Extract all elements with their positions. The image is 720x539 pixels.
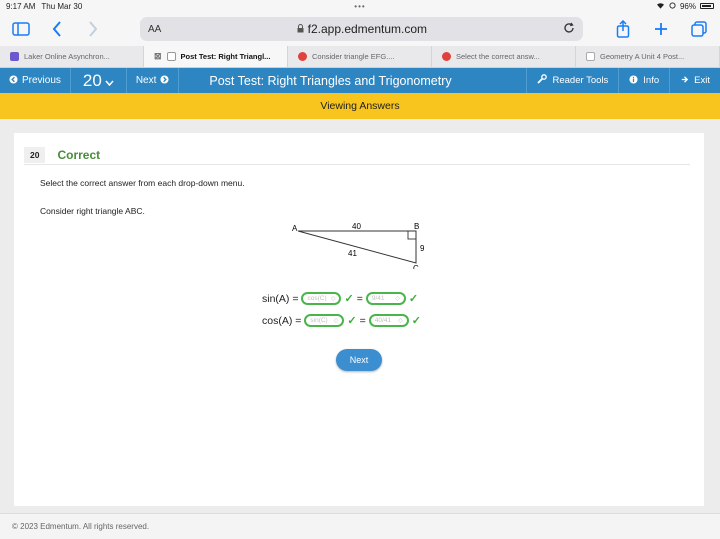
answer-status: Correct [57, 147, 101, 162]
tab-label: Select the correct answ... [456, 52, 540, 61]
viewing-answers-banner: Viewing Answers [0, 93, 720, 119]
test-title: Post Test: Right Triangles and Trigonome… [209, 73, 452, 88]
equals-sign: = [356, 292, 363, 305]
cos-answer-dropdown-1[interactable]: sin(C) ◇ [304, 314, 345, 327]
check-icon: ✓ [347, 315, 357, 327]
tab-favicon-icon [442, 52, 451, 61]
right-angle-marker [407, 230, 417, 240]
side-ab-label: 40 [352, 222, 361, 231]
browser-tabs: Laker Online Asynchron... ⊠ Post Test: R… [0, 46, 720, 68]
chevron-down-icon: ◇ [395, 296, 400, 302]
vertex-b-label: B [414, 222, 419, 231]
chevron-down-icon [105, 71, 114, 91]
question-prompt: Consider right triangle ABC. [40, 206, 145, 216]
dropdown-value: sin(C) [310, 317, 328, 324]
info-label: Info [643, 75, 660, 86]
equals-sign: = [359, 314, 366, 327]
lock-icon [297, 22, 307, 36]
chevron-down-icon: ◇ [398, 318, 403, 324]
wrench-icon [537, 74, 548, 87]
tab-label: Laker Online Asynchron... [24, 52, 110, 61]
chevron-down-icon: ◇ [333, 318, 339, 324]
reload-icon[interactable] [563, 22, 575, 37]
back-icon[interactable] [46, 18, 68, 40]
url-text: f2.app.edmentum.com [161, 22, 563, 36]
page-footer: © 2023 Edmentum. All rights reserved. [0, 513, 720, 539]
question-number-badge: 20 [24, 146, 46, 163]
dropdown-value: 9/41 [371, 295, 385, 302]
tab-post-test[interactable]: ⊠ Post Test: Right Triangl... [144, 46, 288, 67]
sin-equation-row: sin(A) = cos(C) ◇ ✓ = 9/41 ◇ ✓ [262, 292, 418, 305]
side-bc-label: 9 [420, 244, 425, 253]
tabs-overview-icon[interactable] [688, 18, 710, 40]
triangle-diagram: A B C 40 9 41 [292, 222, 425, 269]
tab-laker-online[interactable]: Laker Online Asynchron... [0, 46, 144, 67]
reader-tools-label: Reader Tools [552, 75, 609, 86]
multitasking-dots[interactable]: ••• [0, 2, 720, 11]
triangle-shape [297, 230, 417, 264]
tab-consider-triangle[interactable]: Consider triangle EFG.... [288, 46, 432, 67]
vertex-c-label: C [413, 264, 419, 269]
cos-answer-dropdown-2[interactable]: 40/41 ◇ [368, 314, 409, 327]
reader-aa-button[interactable]: AA [148, 24, 161, 35]
vertex-a-label: A [292, 224, 298, 233]
side-ac-label: 41 [348, 249, 357, 258]
exit-icon [680, 75, 689, 87]
question-number: 20 [82, 70, 102, 90]
check-icon: ✓ [408, 293, 419, 305]
share-icon[interactable] [612, 18, 634, 40]
next-question-button[interactable]: Next [336, 349, 382, 371]
next-label: Next [135, 75, 157, 86]
check-icon: ✓ [411, 315, 421, 327]
next-icon [160, 74, 169, 87]
browser-toolbar: AA f2.app.edmentum.com [0, 12, 720, 46]
tab-favicon-icon [298, 52, 307, 61]
exit-button[interactable]: Exit [669, 68, 720, 93]
question-card: 20 Correct Select the correct answer fro… [14, 133, 704, 506]
previous-icon [9, 74, 18, 87]
check-icon: ✓ [344, 293, 354, 305]
next-toolbar-button[interactable]: Next [127, 68, 180, 93]
tab-label: Geometry A Unit 4 Post... [600, 52, 685, 61]
info-button[interactable]: Info [618, 68, 669, 93]
tab-geometry-unit-4[interactable]: Geometry A Unit 4 Post... [576, 46, 720, 67]
sin-answer-dropdown-1[interactable]: cos(C) ◇ [301, 292, 342, 305]
info-icon [629, 74, 638, 87]
sidebar-icon[interactable] [10, 18, 32, 40]
cos-equation-row: cos(A) = sin(C) ◇ ✓ = 40/41 ◇ ✓ [262, 314, 421, 327]
dropdown-value: cos(C) [307, 295, 327, 302]
ios-status-bar: 9:17 AM Thu Mar 30 ••• 96% [0, 0, 720, 12]
dropdown-value: 40/41 [374, 317, 392, 324]
chevron-down-icon: ◇ [330, 296, 336, 302]
battery-icon [700, 3, 714, 9]
sin-answer-dropdown-2[interactable]: 9/41 ◇ [365, 292, 406, 305]
url-value: f2.app.edmentum.com [307, 22, 428, 36]
close-tab-icon[interactable]: ⊠ [154, 51, 162, 62]
tab-favicon-icon [10, 52, 19, 61]
question-header: 20 Correct [24, 145, 690, 165]
new-tab-icon[interactable] [650, 18, 672, 40]
equation-lhs: cos(A) = [262, 314, 302, 327]
tab-favicon-icon [166, 52, 176, 61]
tab-select-correct[interactable]: Select the correct answ... [432, 46, 576, 67]
tab-label: Post Test: Right Triangl... [180, 52, 271, 61]
exit-label: Exit [694, 75, 710, 86]
equation-lhs: sin(A) = [262, 292, 299, 305]
question-selector[interactable]: 20 [71, 68, 127, 93]
address-bar[interactable]: AA f2.app.edmentum.com [140, 17, 583, 41]
test-toolbar: Previous 20 Next Post Test: Right Triang… [0, 68, 720, 93]
previous-label: Previous [22, 75, 61, 86]
tab-favicon-icon [586, 52, 595, 61]
reader-tools-button[interactable]: Reader Tools [526, 68, 618, 93]
tab-label: Consider triangle EFG.... [312, 52, 395, 61]
question-instruction: Select the correct answer from each drop… [40, 178, 245, 188]
forward-icon[interactable] [82, 18, 104, 40]
previous-button[interactable]: Previous [0, 68, 71, 93]
